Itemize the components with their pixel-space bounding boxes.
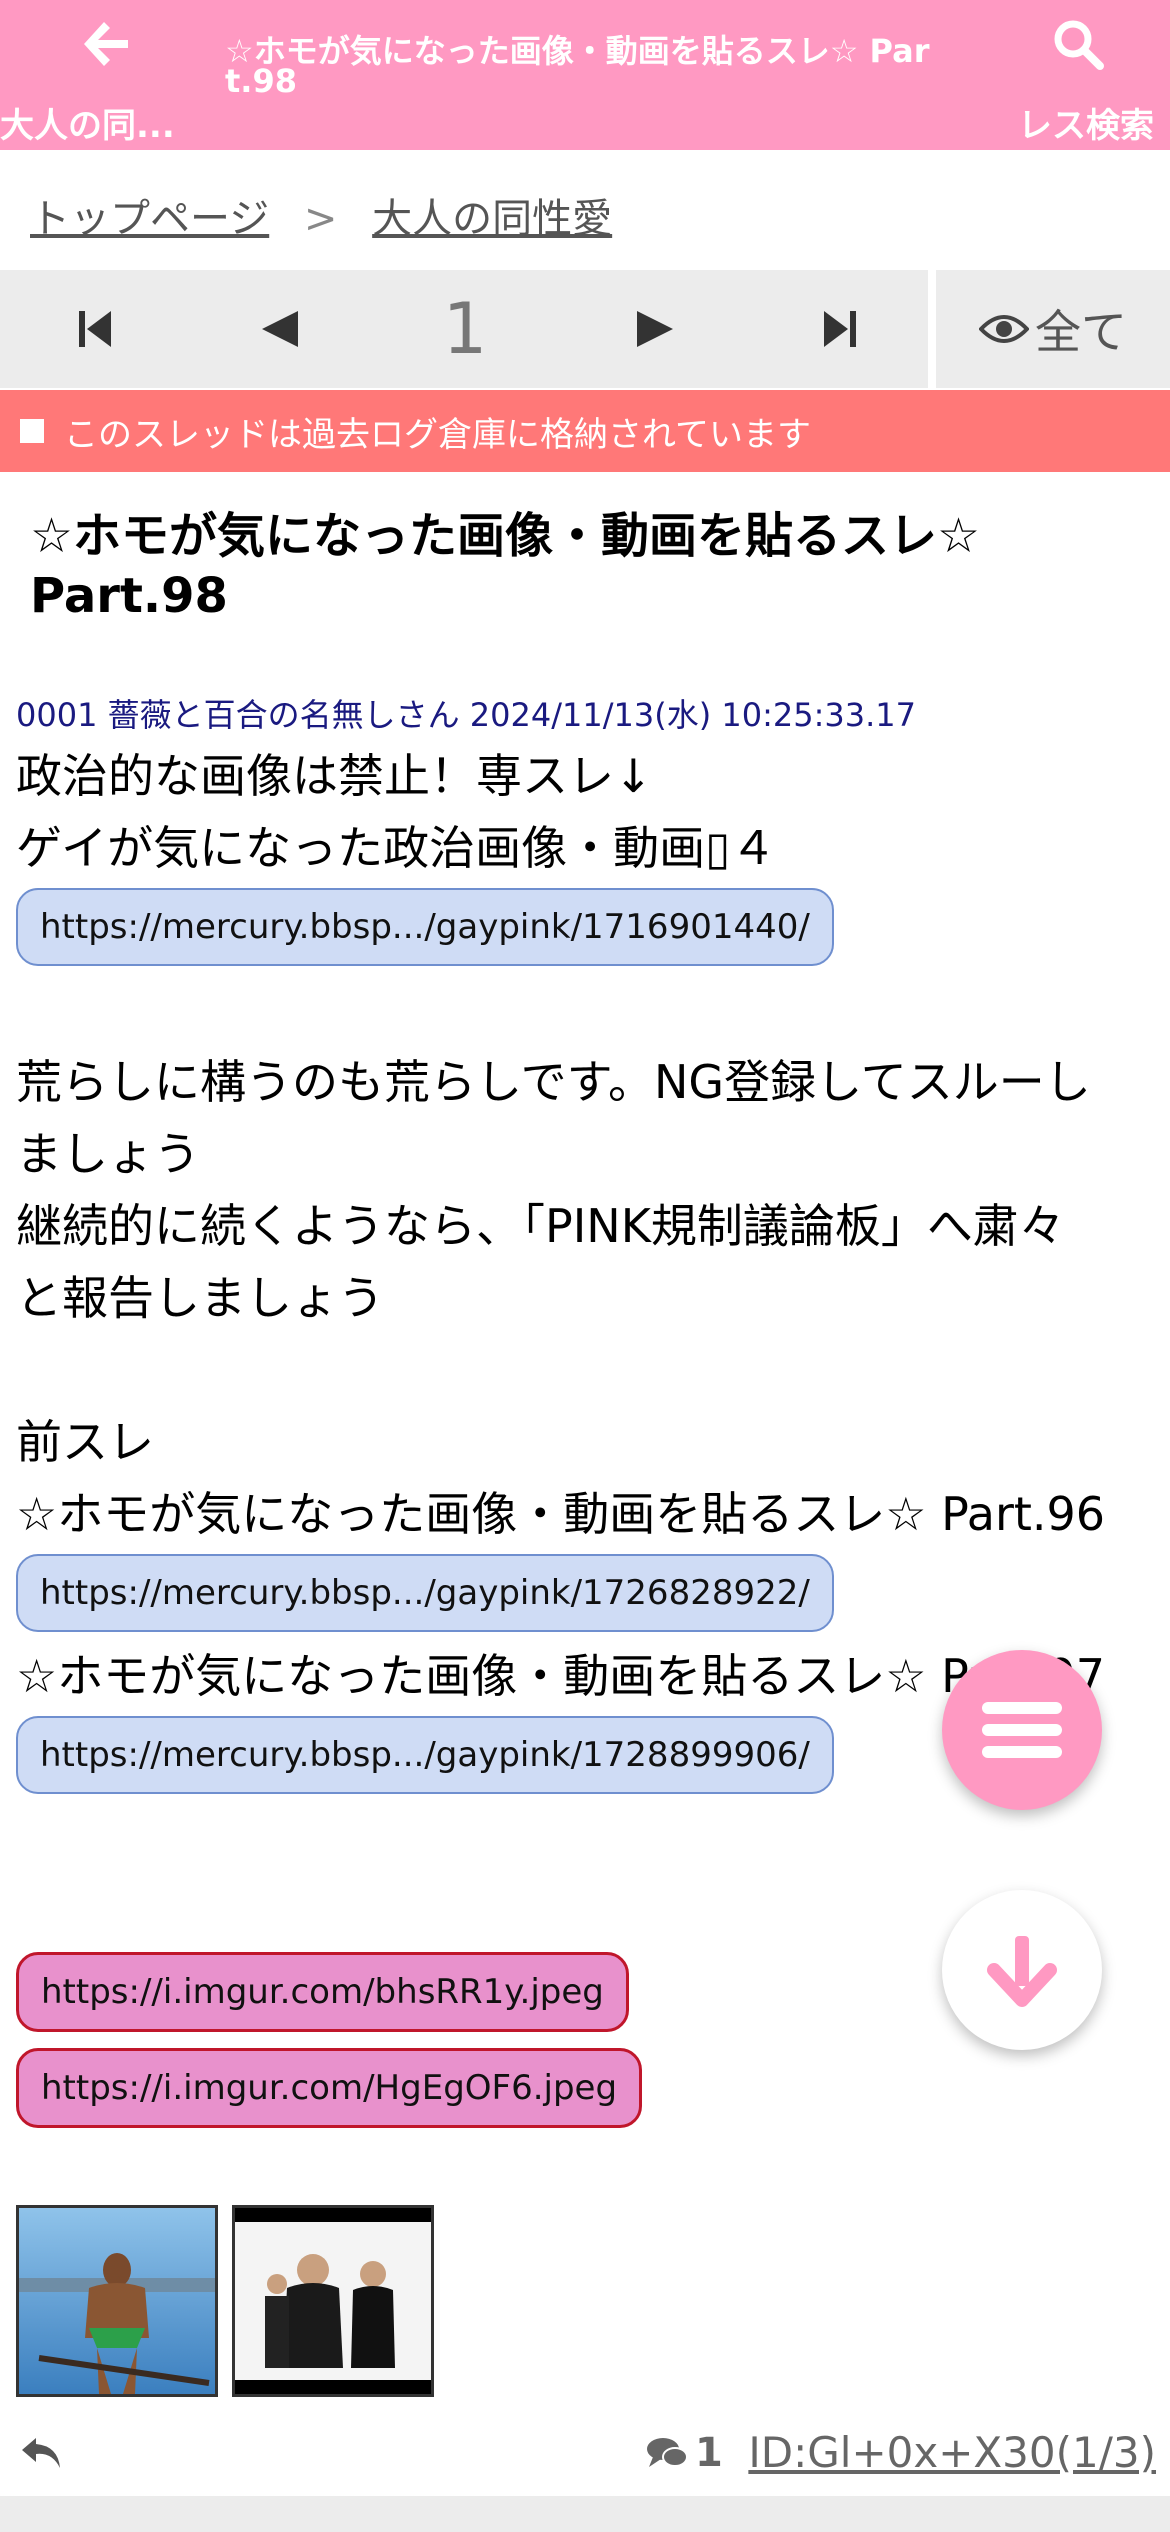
header-title: ☆ホモが気になった画像・動画を貼るスレ☆ Part.98 — [225, 32, 930, 100]
poster-id-link[interactable]: ID:Gl+0x+X30(1/3) — [748, 2428, 1156, 2477]
back-button[interactable]: 大人の同... — [0, 0, 200, 150]
breadcrumb-home-link[interactable]: トップページ — [30, 196, 269, 242]
post-line: 前スレ — [16, 1415, 154, 1469]
search-responses-button[interactable]: レス検索 — [970, 0, 1170, 150]
post-footer: 1 ID:Gl+0x+X30(1/3) — [0, 2420, 1170, 2490]
post-line: ゲイが気になった政治画像・動画▯４ — [16, 821, 777, 875]
archive-notice: このスレッドは過去ログ倉庫に格納されています — [0, 390, 1170, 472]
notice-text: このスレッドは過去ログ倉庫に格納されています — [64, 414, 811, 455]
eye-icon — [979, 315, 1029, 343]
last-page-button[interactable] — [785, 270, 895, 388]
swimmer-photo — [19, 2208, 215, 2394]
group-photo — [235, 2208, 431, 2394]
back-label: 大人の同... — [0, 106, 175, 146]
post-line: と報告しましょう — [16, 1271, 384, 1325]
prev-page-icon — [262, 311, 298, 347]
first-page-icon — [79, 311, 111, 347]
image-link[interactable]: https://i.imgur.com/HgEgOF6.jpeg — [16, 2048, 643, 2128]
thread-title: ☆ホモが気になった画像・動画を貼るスレ☆ Part.98 — [30, 508, 981, 624]
prev-page-button[interactable] — [225, 270, 335, 388]
show-all-button[interactable]: 全て — [936, 270, 1170, 388]
search-label: レス検索 — [1018, 106, 1154, 146]
post-line: 継続的に続くようなら、「PINK規制議論板」へ粛々 — [16, 1199, 1065, 1253]
image-link[interactable]: https://i.imgur.com/bhsRR1y.jpeg — [16, 1952, 629, 2032]
url-link[interactable]: https://mercury.bbsp.../gaypink/17169014… — [16, 888, 834, 966]
breadcrumb-board-link[interactable]: 大人の同性愛 — [372, 196, 612, 242]
reply-count[interactable]: 1 — [645, 2430, 723, 2476]
reply-icon[interactable] — [18, 2428, 66, 2476]
pager: 1 全て — [0, 270, 1170, 388]
arrow-down-icon — [987, 1936, 1057, 2007]
thumbnail-image[interactable] — [16, 2205, 218, 2397]
breadcrumb: トップページ > 大人の同性愛 — [30, 186, 612, 244]
notice-square-icon — [20, 419, 44, 443]
thumbnail-image[interactable] — [232, 2205, 434, 2397]
last-page-icon — [824, 311, 856, 347]
next-page-button[interactable] — [600, 270, 710, 388]
next-page-icon — [637, 311, 673, 347]
comments-icon — [647, 2438, 688, 2467]
top-app-bar: 大人の同... ☆ホモが気になった画像・動画を貼るスレ☆ Part.98 レス検… — [0, 0, 1170, 150]
search-icon — [1054, 20, 1104, 70]
arrow-left-icon — [84, 22, 128, 66]
post-line: ましょう — [16, 1127, 200, 1181]
reply-count-value: 1 — [695, 2430, 723, 2476]
first-page-button[interactable] — [40, 270, 150, 388]
breadcrumb-separator: > — [303, 196, 338, 242]
show-all-label: 全て — [1035, 305, 1127, 359]
post-line: 荒らしに構うのも荒らしです。NG登録してスルーし — [16, 1055, 1091, 1109]
hamburger-menu-icon — [982, 1702, 1062, 1758]
menu-fab[interactable] — [942, 1650, 1102, 1810]
url-link[interactable]: https://mercury.bbsp.../gaypink/17288999… — [16, 1716, 834, 1794]
url-link[interactable]: https://mercury.bbsp.../gaypink/17268289… — [16, 1554, 834, 1632]
scroll-down-fab[interactable] — [942, 1890, 1102, 2050]
post-meta: 0001 薔薇と百合の名無しさん 2024/11/13(水) 10:25:33.… — [16, 696, 916, 734]
post-line: ☆ホモが気になった画像・動画を貼るスレ☆ Part.96 — [16, 1487, 1106, 1541]
current-page-number: 1 — [442, 288, 488, 370]
post-line: 政治的な画像は禁止！専スレ↓ — [16, 749, 653, 803]
bottom-bar — [0, 2496, 1170, 2532]
pager-divider — [928, 270, 936, 388]
